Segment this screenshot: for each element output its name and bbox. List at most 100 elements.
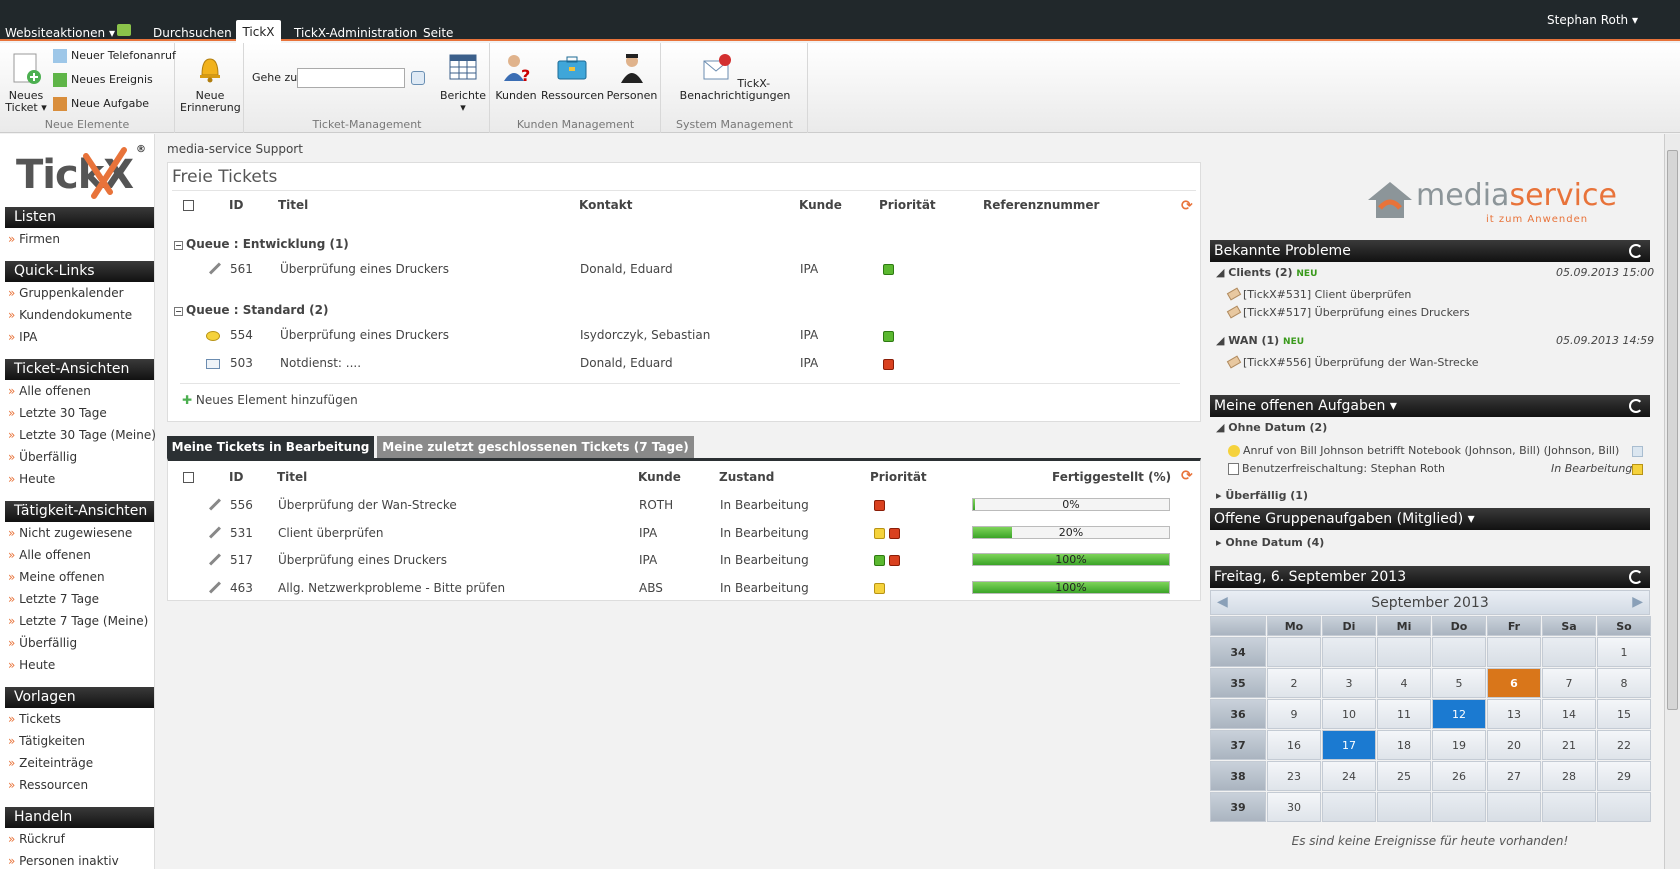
col-kontakt[interactable]: Kontakt — [579, 198, 632, 212]
group-tasks-header[interactable]: Offene Gruppenaufgaben (Mitglied) ▾ — [1210, 508, 1650, 530]
nav-item-letzte-7[interactable]: Letzte 7 Tage — [8, 592, 99, 606]
ticket-title[interactable]: Überprüfung eines Druckers — [280, 328, 449, 342]
calendar-day[interactable]: 5 — [1432, 668, 1486, 698]
next-month-icon[interactable]: ▶ — [1632, 594, 1643, 610]
list-item[interactable]: Anruf von Bill Johnson betrifft Notebook… — [1228, 444, 1619, 457]
calendar-day[interactable]: 3 — [1322, 668, 1376, 698]
refresh-icon[interactable] — [1629, 399, 1643, 413]
col-zustand[interactable]: Zustand — [719, 470, 774, 484]
col-id[interactable]: ID — [229, 470, 243, 484]
goto-search-icon[interactable] — [411, 71, 425, 85]
nav-item-meine-offenen[interactable]: Meine offenen — [8, 570, 104, 584]
nav-item-ticket-alle-offenen[interactable]: Alle offenen — [8, 384, 91, 398]
site-actions-menu[interactable]: Websiteaktionen ▾ — [5, 26, 115, 40]
add-element-link[interactable]: ✚ Neues Element hinzufügen — [182, 393, 358, 407]
nav-item-gruppenkalender[interactable]: Gruppenkalender — [8, 286, 123, 300]
col-kunde[interactable]: Kunde — [799, 198, 842, 212]
new-reminder-button[interactable]: Neue Erinnerung — [180, 51, 241, 114]
select-all-checkbox[interactable] — [183, 472, 194, 483]
calendar-day[interactable]: 13 — [1487, 699, 1541, 729]
calendar-week-number[interactable]: 38 — [1210, 761, 1266, 791]
refresh-icon[interactable] — [1629, 244, 1643, 258]
list-item[interactable]: Benutzerfreischaltung: Stephan Roth — [1228, 462, 1445, 475]
calendar-day[interactable]: 7 — [1542, 668, 1596, 698]
nav-item-ticket-ueberfaellig[interactable]: Überfällig — [8, 450, 77, 464]
calendar-day[interactable]: 29 — [1597, 761, 1651, 791]
group-ohne-datum[interactable]: ◢ Ohne Datum (2) — [1216, 421, 1327, 434]
nav-item-tpl-tickets[interactable]: Tickets — [8, 712, 61, 726]
col-prioritaet[interactable]: Priorität — [879, 198, 936, 212]
calendar-day[interactable]: 24 — [1322, 761, 1376, 791]
calendar-day[interactable]: 6 — [1487, 668, 1541, 698]
calendar-day[interactable]: 26 — [1432, 761, 1486, 791]
nav-item-ticket-letzte-30-meine[interactable]: Letzte 30 Tage (Meine) — [8, 428, 156, 442]
calendar-day[interactable]: 19 — [1432, 730, 1486, 760]
new-call-button[interactable]: Neuer Telefonanruf — [53, 49, 176, 63]
persons-button[interactable]: Personen — [605, 51, 659, 102]
nav-item-ticket-heute[interactable]: Heute — [8, 472, 55, 486]
list-item[interactable]: [TickX#517] Überprüfung eines Druckers — [1226, 305, 1470, 319]
nav-item-rueckruf[interactable]: Rückruf — [8, 832, 65, 846]
col-fertiggestellt[interactable]: Fertiggestellt (%) — [1052, 470, 1171, 484]
nav-item-ipa[interactable]: IPA — [8, 330, 37, 344]
calendar-week-number[interactable]: 35 — [1210, 668, 1266, 698]
tab-geschlossene-tickets[interactable]: Meine zuletzt geschlossenen Tickets (7 T… — [377, 436, 694, 458]
new-event-button[interactable]: Neues Ereignis — [53, 73, 153, 87]
calendar-day[interactable]: 11 — [1377, 699, 1431, 729]
calendar-day[interactable]: 17 — [1322, 730, 1376, 760]
calendar-day[interactable]: 30 — [1267, 792, 1321, 822]
calendar-week-number[interactable]: 34 — [1210, 637, 1266, 667]
nav-item-tpl-taetigkeiten[interactable]: Tätigkeiten — [8, 734, 85, 748]
calendar-day[interactable]: 4 — [1377, 668, 1431, 698]
calendar-day[interactable]: 1 — [1597, 637, 1651, 667]
col-id[interactable]: ID — [229, 198, 243, 212]
calendar-day[interactable]: 10 — [1322, 699, 1376, 729]
list-item[interactable]: [TickX#531] Client überprüfen — [1226, 287, 1411, 301]
calendar-day[interactable]: 15 — [1597, 699, 1651, 729]
queue-standard[interactable]: − Queue : Standard (2) — [174, 303, 328, 317]
group-tasks-ohne-datum[interactable]: ▸ Ohne Datum (4) — [1216, 536, 1324, 549]
ticket-title[interactable]: Notdienst: .... — [280, 356, 361, 370]
nav-item-tpl-zeiteintraege[interactable]: Zeiteinträge — [8, 756, 93, 770]
tab-meine-tickets[interactable]: Meine Tickets in Bearbeitung — [167, 436, 374, 458]
group-wan[interactable]: ◢ WAN (1) NEU — [1216, 334, 1304, 347]
nav-item-firmen[interactable]: Firmen — [8, 232, 60, 246]
refresh-icon[interactable]: ⟳ — [1181, 468, 1193, 484]
select-all-checkbox[interactable] — [183, 200, 194, 211]
new-task-button[interactable]: Neue Aufgabe — [53, 97, 149, 111]
tab-tickx[interactable]: TickX — [236, 20, 281, 43]
navigate-up-icon[interactable] — [117, 24, 131, 36]
calendar-day[interactable]: 18 — [1377, 730, 1431, 760]
calendar-day[interactable]: 16 — [1267, 730, 1321, 760]
calendar-day[interactable]: 9 — [1267, 699, 1321, 729]
nav-item-personen-inaktiv[interactable]: Personen inaktiv — [8, 854, 119, 868]
ticket-title[interactable]: Client überprüfen — [278, 526, 383, 540]
breadcrumb[interactable]: media-service Support — [167, 142, 303, 156]
queue-entwicklung[interactable]: − Queue : Entwicklung (1) — [174, 237, 349, 251]
nav-item-tpl-ressourcen[interactable]: Ressourcen — [8, 778, 88, 792]
nav-item-act-heute[interactable]: Heute — [8, 658, 55, 672]
user-menu[interactable]: Stephan Roth ▾ — [1547, 13, 1638, 27]
calendar-week-number[interactable]: 37 — [1210, 730, 1266, 760]
ticket-title[interactable]: Allg. Netzwerkprobleme - Bitte prüfen — [278, 581, 505, 595]
calendar-day[interactable]: 12 — [1432, 699, 1486, 729]
nav-item-letzte-7-meine[interactable]: Letzte 7 Tage (Meine) — [8, 614, 148, 628]
calendar-day[interactable]: 8 — [1597, 668, 1651, 698]
new-ticket-button[interactable]: Neues Ticket ▾ — [5, 51, 47, 114]
calendar-day[interactable]: 28 — [1542, 761, 1596, 791]
tab-seite[interactable]: Seite — [423, 26, 453, 40]
open-tasks-header[interactable]: Meine offenen Aufgaben ▾ — [1210, 395, 1650, 417]
list-item[interactable]: [TickX#556] Überprüfung der Wan-Strecke — [1226, 355, 1479, 369]
scrollbar-thumb[interactable] — [1667, 150, 1678, 710]
calendar-day[interactable]: 14 — [1542, 699, 1596, 729]
refresh-icon[interactable]: ⟳ — [1181, 198, 1193, 214]
calendar-day[interactable]: 25 — [1377, 761, 1431, 791]
refresh-icon[interactable] — [1629, 570, 1643, 584]
resources-button[interactable]: Ressourcen — [541, 51, 604, 102]
calendar-day[interactable]: 27 — [1487, 761, 1541, 791]
calendar-week-number[interactable]: 36 — [1210, 699, 1266, 729]
ticket-title[interactable]: Überprüfung eines Druckers — [280, 262, 449, 276]
calendar-day[interactable]: 20 — [1487, 730, 1541, 760]
tab-durchsuchen[interactable]: Durchsuchen — [153, 26, 232, 40]
calendar-week-number[interactable]: 39 — [1210, 792, 1266, 822]
